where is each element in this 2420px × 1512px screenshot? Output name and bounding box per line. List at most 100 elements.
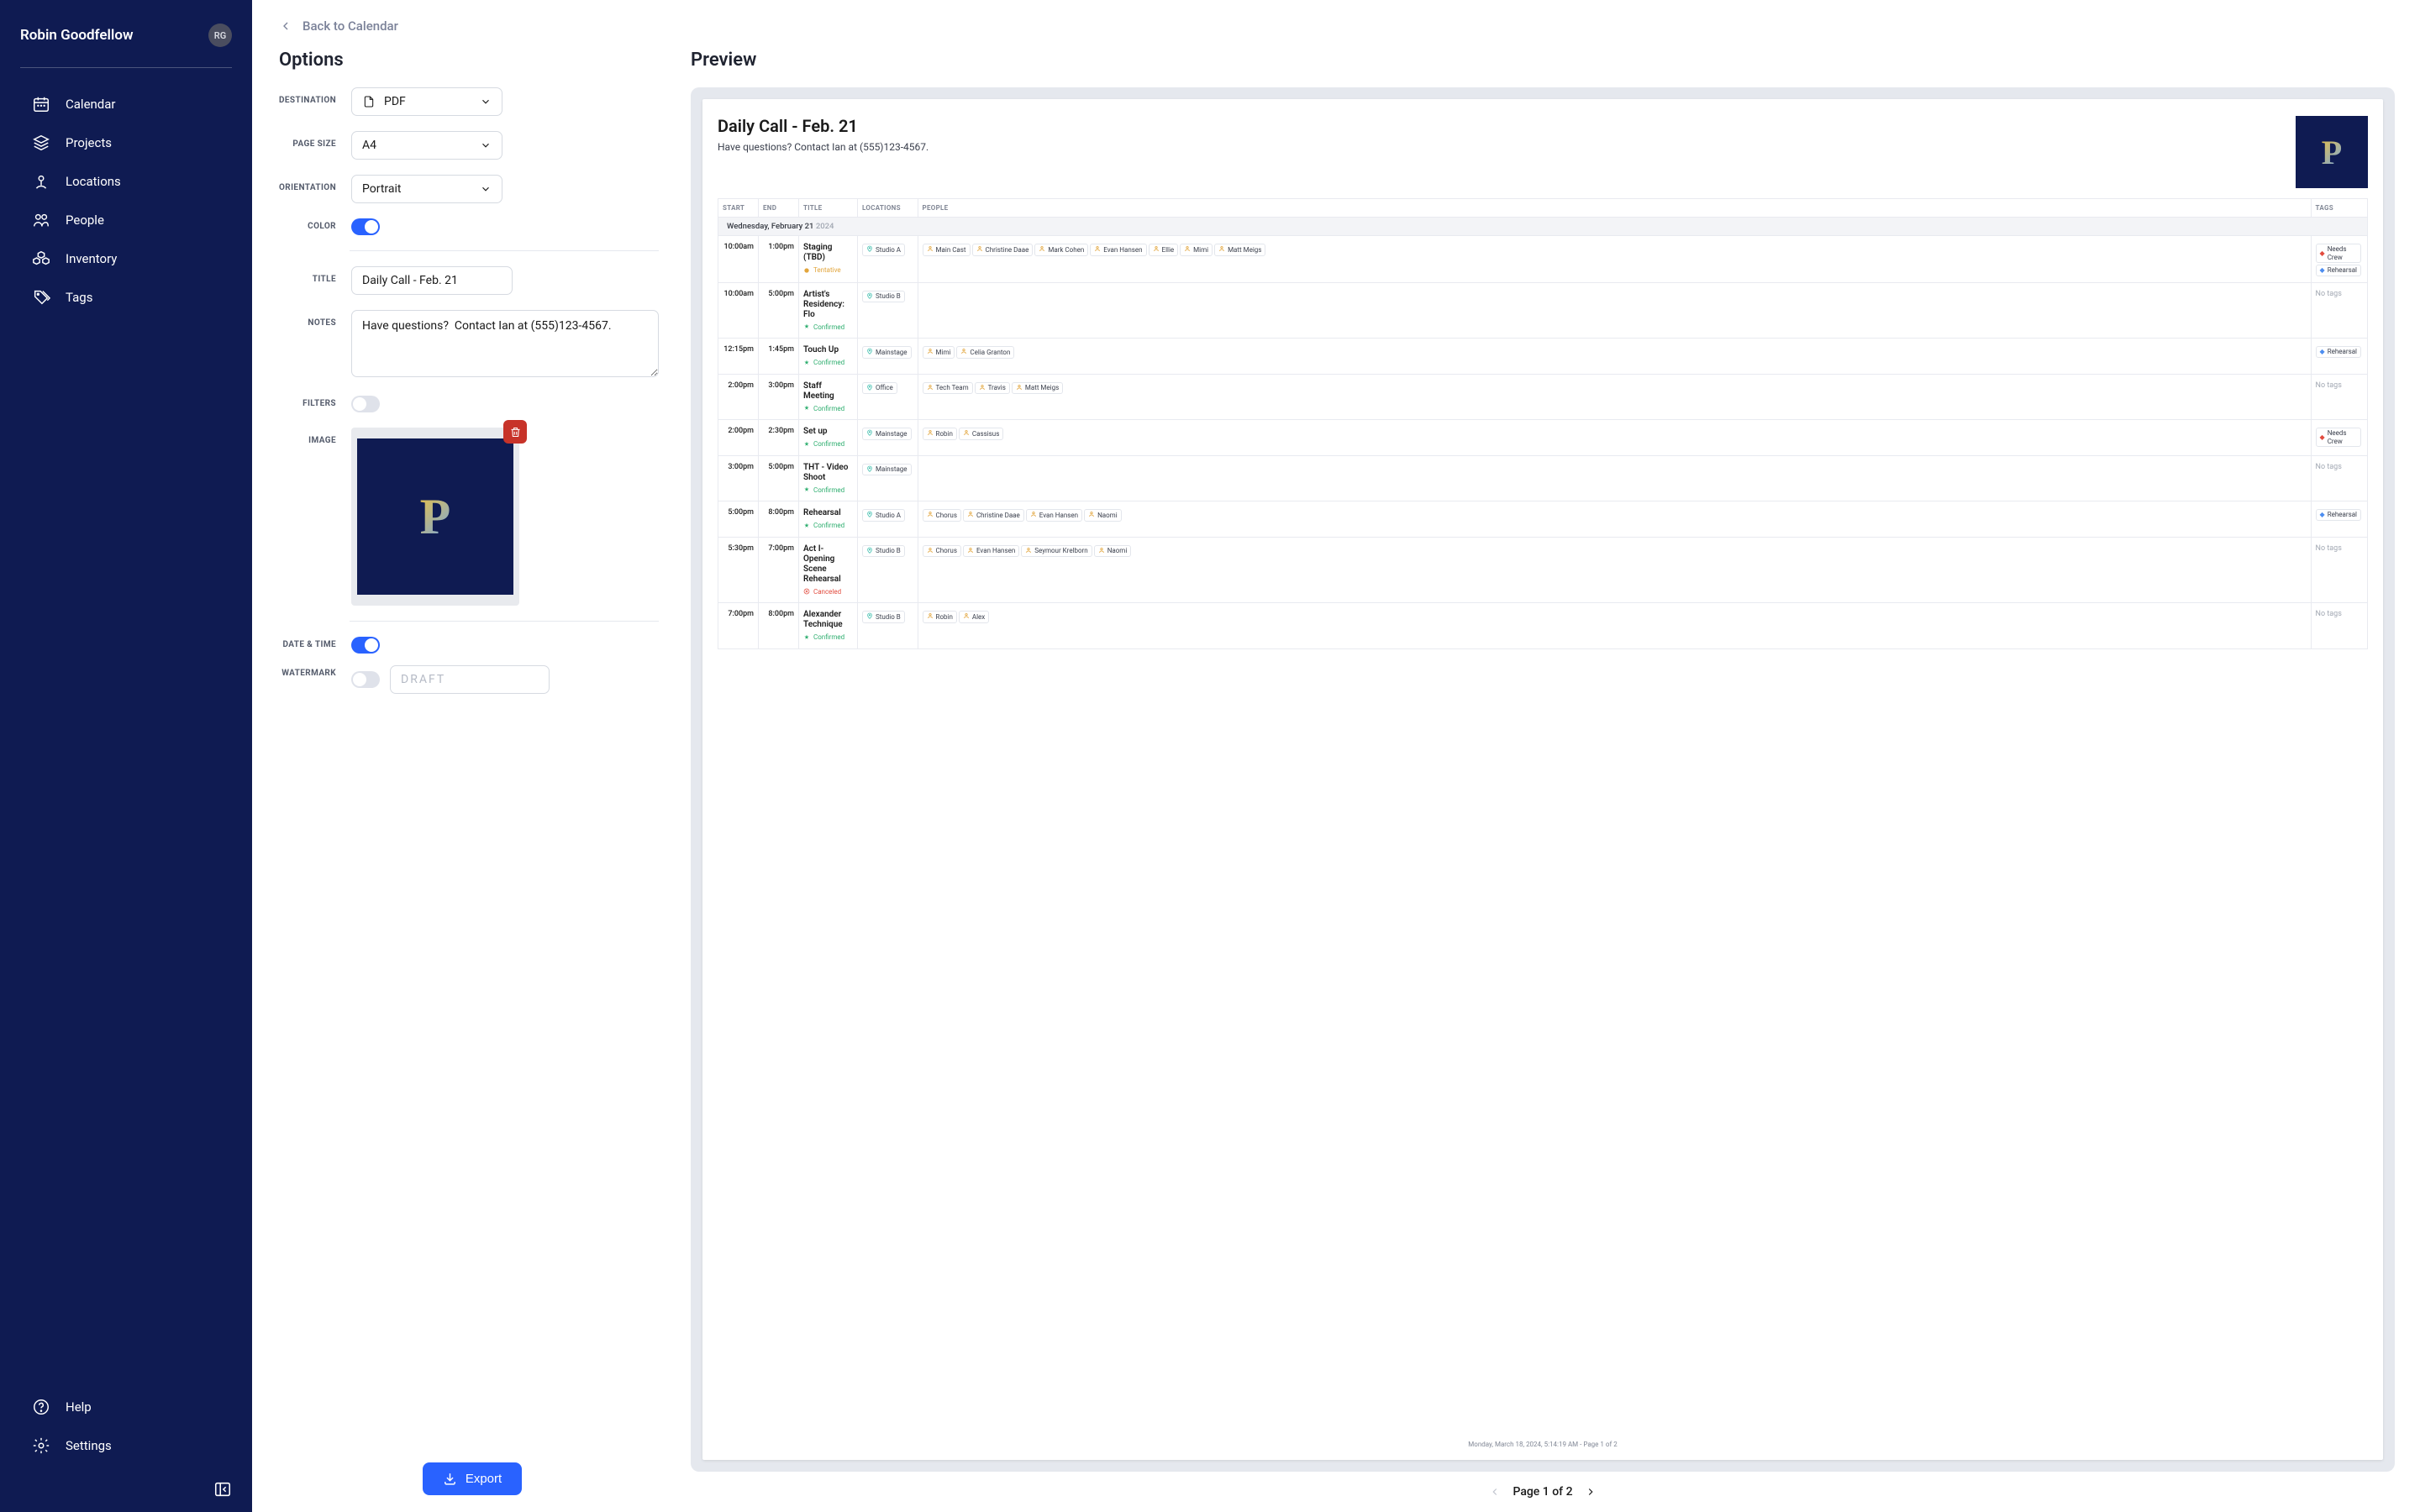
tags-icon [32, 288, 50, 307]
table-row: 2:00pm3:00pmStaff MeetingConfirmedOffice… [718, 374, 2368, 420]
nav-people[interactable]: People [20, 202, 232, 238]
divider [350, 621, 659, 622]
main-nav: Calendar Projects Locations People Inven… [20, 87, 232, 315]
nav-tags[interactable]: Tags [20, 280, 232, 315]
calendar-table: START END TITLE LOCATIONS PEOPLE TAGS We… [718, 198, 2368, 649]
col-start: START [718, 199, 759, 218]
doc-footer-text: Monday, March 18, 2024, 5:14:19 AM - Pag… [718, 1432, 2368, 1448]
preview-document-wrap: Daily Call - Feb. 21 Have questions? Con… [691, 87, 2395, 1472]
table-row: 2:00pm2:30pmSet upConfirmedMainstageRobi… [718, 420, 2368, 456]
boxes-icon [32, 249, 50, 268]
preview-pane: Preview Daily Call - Feb. 21 Have questi… [691, 50, 2395, 1512]
nav-inventory[interactable]: Inventory [20, 241, 232, 276]
table-row: 10:00am5:00pmArtist's Residency: FloConf… [718, 282, 2368, 339]
pin-icon [32, 172, 50, 191]
nav-locations[interactable]: Locations [20, 164, 232, 199]
preview-heading: Preview [691, 50, 2395, 71]
nav-label: People [66, 213, 104, 228]
nav-help[interactable]: Help [20, 1389, 232, 1425]
main: Back to Calendar Options DESTINATION PDF… [252, 0, 2420, 1512]
chevron-down-icon [480, 139, 492, 151]
pager-label: Page 1 of 2 [1512, 1485, 1572, 1499]
label-filters: FILTERS [279, 396, 336, 408]
destination-value: PDF [384, 95, 406, 108]
watermark-toggle[interactable] [351, 671, 380, 688]
pager-next-button[interactable] [1585, 1486, 1597, 1498]
gear-icon [32, 1436, 50, 1455]
chevron-down-icon [480, 183, 492, 195]
nav-label: Projects [66, 135, 112, 150]
col-title: TITLE [799, 199, 858, 218]
nav-projects[interactable]: Projects [20, 125, 232, 160]
nav-calendar[interactable]: Calendar [20, 87, 232, 122]
delete-image-button[interactable] [503, 420, 527, 444]
col-locations: LOCATIONS [858, 199, 918, 218]
table-row: 7:00pm8:00pmAlexander TechniqueConfirmed… [718, 603, 2368, 649]
color-toggle[interactable] [351, 218, 380, 235]
col-end: END [759, 199, 799, 218]
export-label: Export [466, 1472, 502, 1486]
preview-document: Daily Call - Feb. 21 Have questions? Con… [702, 99, 2383, 1460]
label-image: IMAGE [279, 428, 336, 445]
nav-settings[interactable]: Settings [20, 1428, 232, 1463]
table-header-row: START END TITLE LOCATIONS PEOPLE TAGS [718, 199, 2368, 218]
nav-label: Locations [66, 174, 121, 189]
divider [350, 250, 659, 251]
table-date-row: Wednesday, February 21 2024 [718, 218, 2368, 236]
nav-label: Calendar [66, 97, 116, 112]
sidebar-header: Robin Goodfellow RG [20, 24, 232, 68]
orientation-value: Portrait [362, 182, 401, 196]
logo-p-icon: P [420, 488, 451, 546]
label-datetime: DATE & TIME [279, 637, 336, 649]
sidebar: Robin Goodfellow RG Calendar Projects Lo… [0, 0, 252, 1512]
pagesize-select[interactable]: A4 [351, 131, 502, 160]
table-row: 5:00pm8:00pmRehearsalConfirmedStudio ACh… [718, 501, 2368, 538]
notes-textarea[interactable]: Have questions? Contact Ian at (555)123-… [351, 310, 659, 377]
table-row: 3:00pm5:00pmTHT - Video ShootConfirmedMa… [718, 455, 2368, 501]
datetime-toggle[interactable] [351, 637, 380, 654]
table-row: 5:30pm7:00pmAct I- Opening Scene Rehears… [718, 537, 2368, 603]
preview-pager: Page 1 of 2 [691, 1472, 2395, 1512]
options-heading: Options [279, 50, 666, 71]
logo-p-icon: P [2322, 133, 2342, 172]
label-watermark: WATERMARK [279, 665, 336, 678]
download-icon [443, 1472, 457, 1486]
file-icon [362, 95, 376, 108]
label-pagesize: PAGE SIZE [279, 131, 336, 149]
label-notes: NOTES [279, 310, 336, 328]
label-title: TITLE [279, 266, 336, 284]
people-icon [32, 211, 50, 229]
filters-toggle[interactable] [351, 396, 380, 412]
user-name: Robin Goodfellow [20, 27, 134, 44]
label-color: COLOR [279, 218, 336, 231]
options-pane: Options DESTINATION PDF PAGE SIZE A4 ORI… [279, 50, 666, 1512]
export-button[interactable]: Export [423, 1462, 522, 1495]
table-row: 12:15pm1:45pmTouch UpConfirmedMainstageM… [718, 339, 2368, 375]
chevron-left-icon [279, 19, 292, 33]
chevron-down-icon [480, 96, 492, 108]
doc-logo: P [2296, 116, 2368, 188]
title-input[interactable] [351, 266, 513, 295]
orientation-select[interactable]: Portrait [351, 175, 502, 203]
layers-icon [32, 134, 50, 152]
nav-label: Settings [66, 1438, 112, 1453]
calendar-icon [32, 95, 50, 113]
avatar[interactable]: RG [208, 24, 232, 47]
doc-notes: Have questions? Contact Ian at (555)123-… [718, 141, 2282, 153]
label-orientation: ORIENTATION [279, 175, 336, 192]
watermark-input[interactable] [390, 665, 550, 694]
back-label: Back to Calendar [302, 18, 398, 34]
doc-title: Daily Call - Feb. 21 [718, 116, 2282, 136]
back-to-calendar-link[interactable]: Back to Calendar [279, 18, 398, 34]
trash-icon [509, 426, 522, 438]
image-thumbnail[interactable]: P [351, 428, 519, 606]
pagesize-value: A4 [362, 139, 376, 152]
nav-label: Help [66, 1399, 92, 1415]
destination-select[interactable]: PDF [351, 87, 502, 116]
label-destination: DESTINATION [279, 87, 336, 105]
col-tags: TAGS [2311, 199, 2367, 218]
pager-prev-button[interactable] [1489, 1486, 1501, 1498]
col-people: PEOPLE [918, 199, 2311, 218]
nav-label: Inventory [66, 251, 117, 266]
collapse-sidebar-icon[interactable] [213, 1480, 232, 1499]
